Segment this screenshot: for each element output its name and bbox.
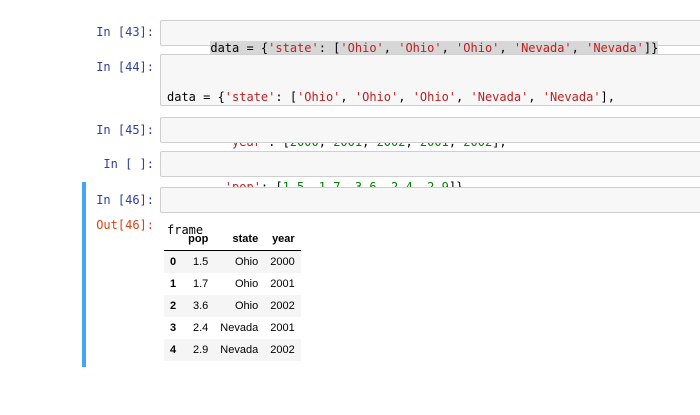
- input-prompt: In [46]:: [96, 193, 154, 207]
- code-editor[interactable]: data = {'state': ['Ohio', 'Ohio', 'Ohio'…: [160, 54, 700, 194]
- code-token: 'Nevada': [586, 41, 644, 55]
- code-token: ]}: [643, 41, 659, 55]
- code-token: 'Ohio': [340, 41, 384, 55]
- code-cell-43[interactable]: In [43]: data = {'state': ['Ohio', 'Ohio…: [82, 20, 700, 56]
- code-editor[interactable]: [160, 151, 700, 177]
- table-cell: 2.4: [193, 322, 209, 334]
- code-token: 'Ohio': [398, 41, 442, 55]
- table-cell: 1.7: [193, 278, 209, 290]
- code-token: 'Nevada': [470, 90, 529, 104]
- code-cell-45[interactable]: In [45]: frame = DataFrame(data): [82, 117, 700, 167]
- code-editor[interactable]: data = {'state': ['Ohio', 'Ohio', 'Ohio'…: [160, 20, 700, 56]
- code-token: ,: [499, 41, 514, 55]
- code-token: data = {: [210, 41, 269, 55]
- code-token: ,: [441, 41, 457, 55]
- code-editor[interactable]: frame = DataFrame(data): [160, 117, 700, 167]
- input-prompt: In [ ]:: [103, 157, 154, 171]
- row-index: 0: [170, 256, 177, 268]
- code-token: ,: [528, 90, 543, 104]
- code-token: ,: [456, 90, 471, 104]
- table-cell: 2001: [270, 278, 295, 290]
- row-index: 1: [170, 278, 177, 290]
- table-cell: Ohio: [234, 300, 259, 312]
- code-cell-empty[interactable]: In [ ]:: [82, 151, 700, 177]
- table-cell: 1.5: [193, 256, 209, 268]
- table-cell: 2.9: [193, 344, 209, 356]
- input-prompt: In [43]:: [96, 25, 154, 39]
- code-token: 'Nevada': [542, 90, 601, 104]
- code-token: 'Ohio': [412, 90, 457, 104]
- table-cell: 2002: [270, 344, 295, 356]
- column-header: year: [264, 227, 301, 251]
- code-editor[interactable]: frame: [160, 187, 700, 237]
- index-header: [164, 227, 183, 251]
- code-token: data = {: [167, 90, 225, 104]
- table-header-row: pop state year: [164, 227, 301, 251]
- code-token: 'Nevada': [513, 41, 572, 55]
- code-token: 'Ohio': [354, 90, 399, 104]
- table-row: 0 1.5 Ohio 2000: [164, 250, 301, 273]
- code-token: ,: [398, 90, 413, 104]
- table-cell: Ohio: [234, 256, 259, 268]
- table-cell: Ohio: [234, 278, 259, 290]
- table-cell: 3.6: [193, 300, 209, 312]
- dataframe-output-table: pop state year 0 1.5 Ohio 2000 1 1.7 Ohi…: [164, 227, 301, 361]
- row-index: 2: [170, 300, 177, 312]
- code-token: : [: [318, 41, 341, 55]
- code-token: 'state': [224, 90, 276, 104]
- code-token: 'Ohio': [297, 90, 341, 104]
- table-row: 1 1.7 Ohio 2001: [164, 273, 301, 295]
- table-cell: Nevada: [220, 322, 259, 334]
- code-cell-44[interactable]: In [44]: data = {'state': ['Ohio', 'Ohio…: [82, 54, 700, 194]
- input-prompt: In [45]:: [96, 123, 154, 137]
- code-line: data = {'state': ['Ohio', 'Ohio', 'Ohio'…: [167, 90, 694, 105]
- table-cell: 2000: [270, 256, 295, 268]
- row-index: 3: [170, 322, 177, 334]
- code-token: : [: [275, 90, 298, 104]
- column-header: state: [214, 227, 265, 251]
- table-cell: Nevada: [220, 344, 259, 356]
- code-cell-46[interactable]: In [46]: frame: [82, 187, 700, 237]
- table-cell: 2002: [270, 300, 295, 312]
- code-token: ,: [383, 41, 399, 55]
- code-token: ],: [600, 90, 615, 104]
- row-index: 4: [170, 344, 177, 356]
- code-token: 'state': [268, 41, 319, 55]
- code-token: ,: [571, 41, 587, 55]
- code-token: ,: [340, 90, 355, 104]
- table-row: 3 2.4 Nevada 2001: [164, 317, 301, 339]
- code-token: 'Ohio': [456, 41, 500, 55]
- table-row: 4 2.9 Nevada 2002: [164, 339, 301, 361]
- output-prompt: Out[46]:: [96, 218, 154, 232]
- table-cell: 2001: [270, 322, 295, 334]
- input-prompt: In [44]:: [96, 60, 154, 74]
- table-row: 2 3.6 Ohio 2002: [164, 295, 301, 317]
- column-header: pop: [182, 227, 215, 251]
